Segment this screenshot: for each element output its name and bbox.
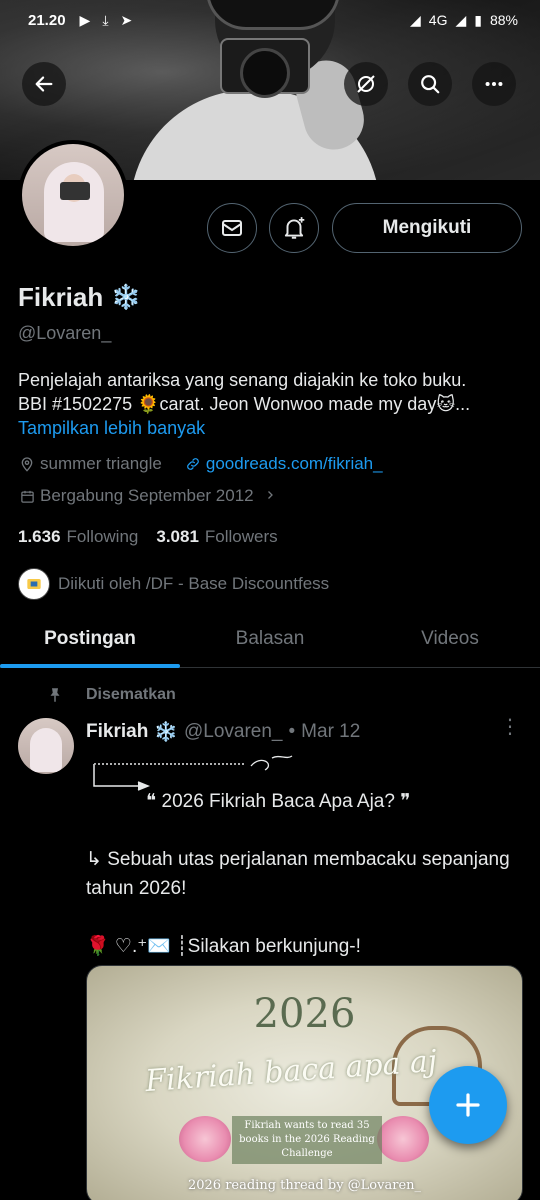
profile-avatar[interactable] [18, 140, 128, 250]
flower-decoration [179, 1116, 231, 1162]
pin-icon [50, 688, 60, 702]
profile-name-row: Fikriah ❄️ [18, 282, 141, 313]
link-icon [184, 456, 202, 472]
status-time: 21.20 [28, 11, 66, 29]
post-visit-line: 🌹 ♡.⁺✉️ ┊Silakan berkunjung-! [86, 936, 361, 957]
post-more-icon[interactable]: ⋮ [500, 717, 520, 737]
followed-by-text: Diikuti oleh /DF - Base Discountfess [58, 574, 330, 593]
hide-button[interactable] [344, 62, 388, 106]
network-type: 4G [428, 12, 448, 28]
profile-bio: Penjelajah antariksa yang senang diajaki… [18, 368, 523, 440]
profile-website-link[interactable]: goodreads.com/fikriah_ [206, 454, 383, 474]
following-count[interactable]: 1.636 [18, 527, 61, 547]
back-button[interactable] [22, 62, 66, 106]
bell-plus-icon [284, 217, 305, 239]
snowflake-emoji: ❄️ [111, 284, 142, 311]
profile-handle: @Lovaren_ [18, 323, 112, 343]
post-author-handle[interactable]: @Lovaren_ [184, 721, 283, 743]
post-title-line: ❝ 2026 Fikriah Baca Apa Aja? ❞ [146, 791, 411, 812]
bio-line: Penjelajah antariksa yang senang diajaki… [18, 370, 467, 390]
follower-avatar [18, 568, 50, 600]
plus-icon [456, 1093, 480, 1117]
telegram-icon: ➤ [120, 11, 133, 28]
cell-signal-icon: ◢ [455, 11, 467, 28]
chevron-right-icon [264, 486, 276, 506]
profile-tabs: Postingan Balasan Videos [0, 610, 540, 668]
location-pin-icon [18, 456, 36, 472]
message-button[interactable] [207, 203, 257, 253]
search-icon [421, 75, 440, 94]
notification-button[interactable] [269, 203, 319, 253]
tab-videos[interactable]: Videos [360, 610, 540, 667]
download-icon: ⤓ [102, 11, 109, 28]
profile-location: summer triangle [40, 454, 162, 473]
following-button[interactable]: Mengikuti [332, 203, 522, 253]
media-challenge-text: Fikriah wants to read 35 books in the 20… [232, 1116, 382, 1164]
youtube-icon: ▶ [79, 11, 91, 28]
snowflake-emoji: ❄️ [154, 722, 178, 743]
post-author-avatar[interactable] [18, 718, 74, 774]
more-horizontal-icon [485, 81, 503, 87]
status-bar: 21.20 ▶ ⤓ ➤ ◢ 4G ◢ ▮ 88% [0, 0, 540, 40]
battery-level: 88% [489, 12, 518, 28]
media-thread-caption: 2026 reading thread by @Lovaren_ [187, 1178, 422, 1193]
post-dot-separator: • [288, 721, 296, 742]
post-body[interactable]: ❝ 2026 Fikriah Baca Apa Aja? ❞ ↳ Sebuah … [86, 752, 526, 961]
more-options-button[interactable] [472, 62, 516, 106]
compose-fab-button[interactable] [429, 1066, 507, 1144]
pinned-label: Disematkan [86, 686, 176, 703]
followed-by-row[interactable]: Diikuti oleh /DF - Base Discountfess [18, 568, 329, 600]
flower-decoration [377, 1116, 429, 1162]
following-label[interactable]: Following [67, 527, 139, 547]
search-button[interactable] [408, 62, 452, 106]
eye-off-icon [357, 75, 375, 93]
calendar-icon [18, 489, 36, 504]
followers-count[interactable]: 3.081 [156, 527, 199, 547]
signal-icon: ◢ [410, 11, 421, 28]
post-thread-line: ↳ Sebuah utas perjalanan membacaku sepan… [86, 849, 510, 899]
arrow-left-icon [35, 76, 53, 92]
envelope-icon [222, 220, 242, 236]
show-more-link[interactable]: Tampilkan lebih banyak [18, 416, 523, 440]
profile-name: Fikriah [18, 282, 104, 312]
tab-postingan[interactable]: Postingan [0, 610, 180, 668]
profile-meta-location-website: summer triangle goodreads.com/fikriah_ [18, 454, 383, 474]
battery-icon: ▮ [474, 11, 482, 28]
post-author-name[interactable]: Fikriah [86, 721, 148, 743]
pinned-indicator: Disematkan [46, 686, 176, 704]
profile-joined-date: Bergabung September 2012 [40, 486, 254, 505]
profile-meta-joined[interactable]: Bergabung September 2012 [18, 486, 276, 506]
followers-label[interactable]: Followers [205, 527, 278, 547]
post-header: Fikriah ❄️ @Lovaren_ • Mar 12 [86, 720, 360, 744]
media-year: 2026 [253, 991, 356, 1037]
tab-balasan[interactable]: Balasan [180, 610, 360, 667]
bio-line: BBI #1502275 🌻carat. Jeon Wonwoo made my… [18, 394, 471, 414]
post-date[interactable]: Mar 12 [301, 721, 360, 743]
follow-counts: 1.636 Following 3.081 Followers [18, 527, 290, 547]
